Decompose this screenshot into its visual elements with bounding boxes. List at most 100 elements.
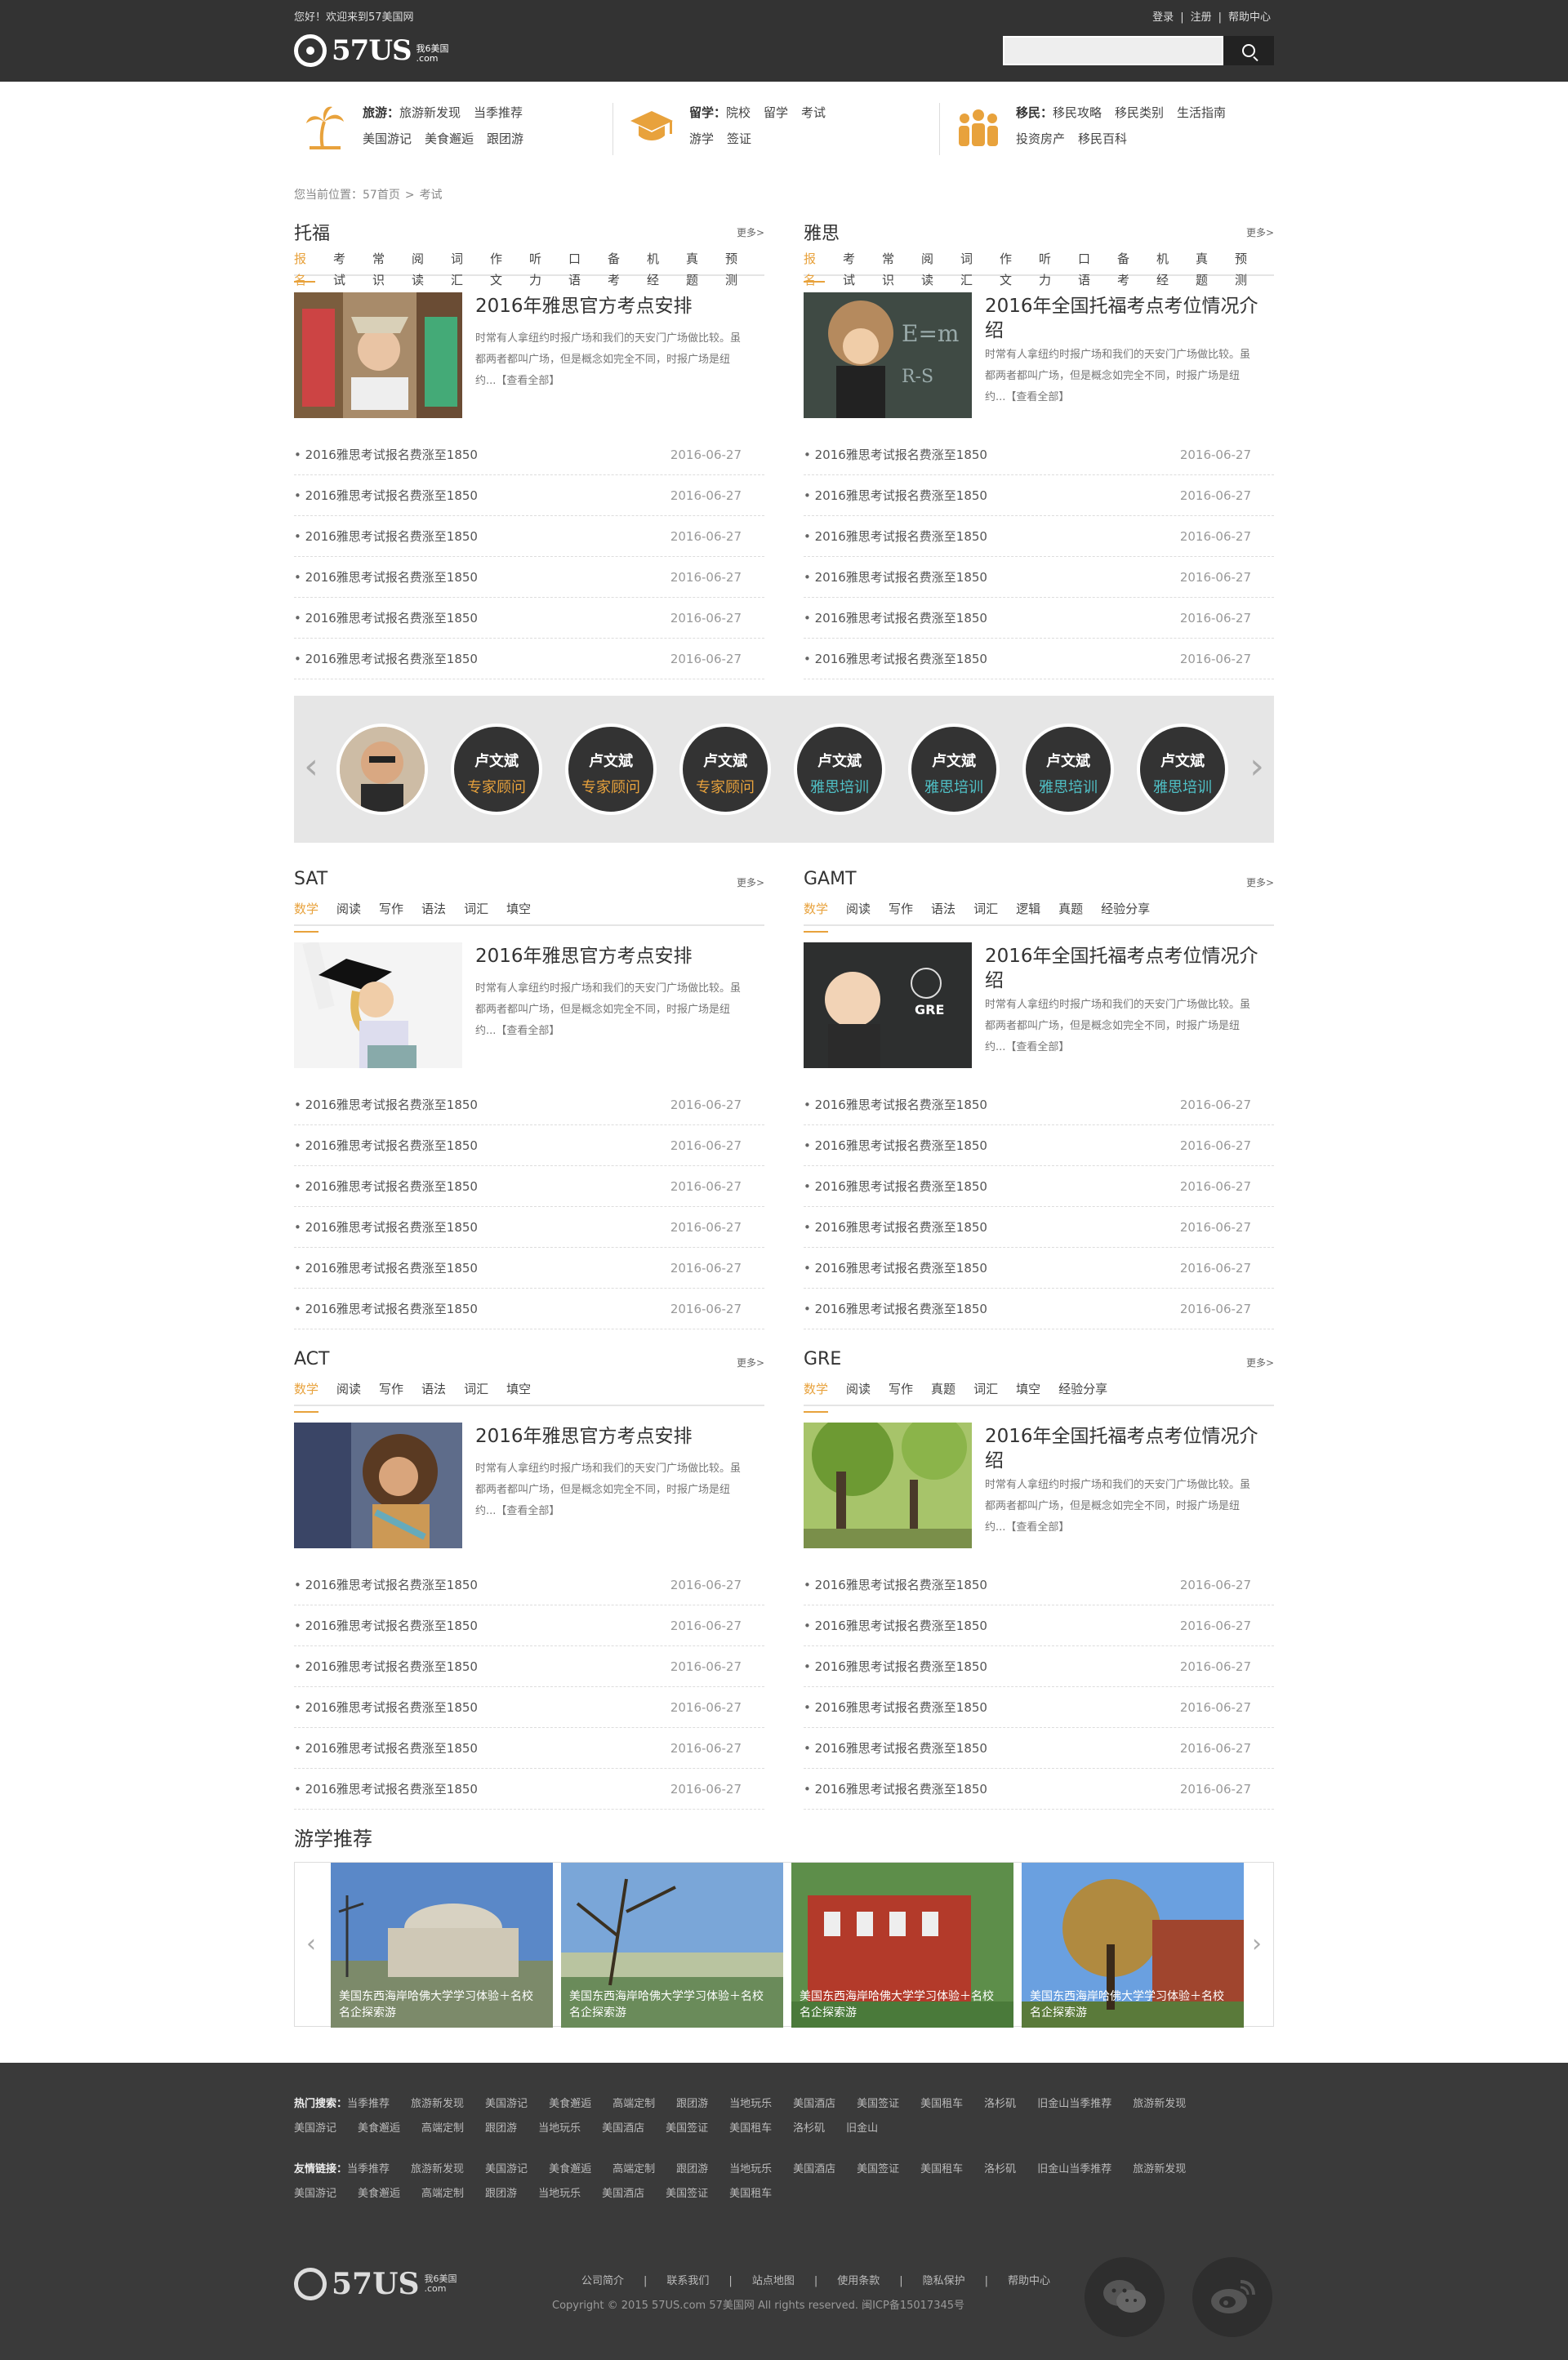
news-item[interactable]: 2016雅思考试报名费涨至18502016-06-27 xyxy=(294,1289,764,1329)
footer-link[interactable]: 高端定制 xyxy=(612,2163,655,2175)
tab-gre-4[interactable]: 词汇 xyxy=(973,1378,998,1405)
more-link[interactable]: 更多> xyxy=(737,875,764,889)
tab-sat-2[interactable]: 写作 xyxy=(379,898,403,924)
tab-act-0[interactable]: 数学 xyxy=(294,1378,319,1413)
news-item[interactable]: 2016雅思考试报名费涨至18502016-06-27 xyxy=(294,557,764,598)
footer-link[interactable]: 当地玩乐 xyxy=(729,2098,772,2110)
weibo-icon[interactable] xyxy=(1192,2257,1272,2337)
tab-gre-0[interactable]: 数学 xyxy=(804,1378,829,1413)
advisor-card[interactable]: 卢文斌 雅思培训 xyxy=(794,724,885,815)
footer-link[interactable]: 美国租车 xyxy=(920,2163,963,2175)
tab-gamt-3[interactable]: 语法 xyxy=(931,898,956,924)
featured-image[interactable] xyxy=(294,292,462,418)
nav-link[interactable]: 院校 xyxy=(726,105,751,120)
tab-ielts-5[interactable]: 作文 xyxy=(1000,248,1021,287)
tab-sat-5[interactable]: 填空 xyxy=(506,898,531,924)
featured-article[interactable]: 2016年雅思官方考点安排 时常有人拿纽约时报广场和我们的天安门广场做比较。虽都… xyxy=(294,1406,764,1548)
footer-link[interactable]: 洛杉矶 xyxy=(793,2122,825,2135)
register-link[interactable]: 注册 xyxy=(1191,11,1212,24)
nav-link[interactable]: 旅游新发现 xyxy=(399,105,461,120)
footer-link[interactable]: 美国游记 xyxy=(485,2098,528,2110)
footer-link[interactable]: 美国游记 xyxy=(485,2163,528,2175)
footer-link[interactable]: 洛杉矶 xyxy=(984,2098,1016,2110)
advisor-card[interactable]: 卢文斌 专家顾问 xyxy=(451,724,542,815)
footer-link[interactable]: 高端定制 xyxy=(612,2098,655,2110)
tour-card[interactable]: 美国东西海岸哈佛大学学习体验＋名校名企探索游 xyxy=(561,1863,783,2028)
news-item[interactable]: 2016雅思考试报名费涨至18502016-06-27 xyxy=(294,1166,764,1207)
footer-link[interactable]: 美国酒店 xyxy=(602,2122,644,2135)
news-item[interactable]: 2016雅思考试报名费涨至18502016-06-27 xyxy=(804,475,1274,516)
tab-sat-1[interactable]: 阅读 xyxy=(336,898,361,924)
nav-link[interactable]: 投资房产 xyxy=(1016,131,1065,146)
news-item[interactable]: 2016雅思考试报名费涨至18502016-06-27 xyxy=(294,516,764,557)
tab-ielts-6[interactable]: 听力 xyxy=(1039,248,1060,287)
news-item[interactable]: 2016雅思考试报名费涨至18502016-06-27 xyxy=(294,1248,764,1289)
tab-act-1[interactable]: 阅读 xyxy=(336,1378,361,1405)
footer-link[interactable]: 美国游记 xyxy=(294,2188,336,2200)
advisor-card[interactable]: 卢文斌 雅思培训 xyxy=(1022,724,1114,815)
tab-sat-0[interactable]: 数学 xyxy=(294,898,319,933)
featured-image[interactable]: E=m R-S xyxy=(804,292,972,418)
nav-link[interactable]: 游学 xyxy=(689,131,714,146)
footer-link[interactable]: 旧金山当季推荐 xyxy=(1037,2098,1111,2110)
news-item[interactable]: 2016雅思考试报名费涨至18502016-06-27 xyxy=(804,1125,1274,1166)
tab-gre-1[interactable]: 阅读 xyxy=(846,1378,871,1405)
tab-toefl-9[interactable]: 机经 xyxy=(647,248,668,287)
featured-image[interactable] xyxy=(294,942,462,1068)
more-link[interactable]: 更多> xyxy=(1246,875,1274,889)
tour-caption[interactable]: 美国东西海岸哈佛大学学习体验＋名校名企探索游 xyxy=(800,1988,1004,2021)
nav-link[interactable]: 签证 xyxy=(727,131,751,146)
tab-ielts-11[interactable]: 预测 xyxy=(1235,248,1256,287)
tab-gre-6[interactable]: 经验分享 xyxy=(1058,1378,1107,1405)
news-item[interactable]: 2016雅思考试报名费涨至18502016-06-27 xyxy=(804,1769,1274,1810)
footer-link[interactable]: 旅游新发现 xyxy=(411,2163,464,2175)
featured-article[interactable]: 2016年全国托福考点考位情况介绍 时常有人拿纽约时报广场和我们的天安门广场做比… xyxy=(804,1406,1274,1548)
search-input[interactable] xyxy=(1003,36,1223,65)
breadcrumb-current[interactable]: 考试 xyxy=(420,189,443,202)
tab-toefl-8[interactable]: 备考 xyxy=(608,248,629,287)
news-item[interactable]: 2016雅思考试报名费涨至18502016-06-27 xyxy=(294,639,764,679)
featured-image[interactable]: GRE xyxy=(804,942,972,1068)
tab-act-3[interactable]: 语法 xyxy=(421,1378,446,1405)
tab-toefl-4[interactable]: 词汇 xyxy=(451,248,472,287)
wechat-icon[interactable] xyxy=(1085,2257,1165,2337)
news-item[interactable]: 2016雅思考试报名费涨至18502016-06-27 xyxy=(804,434,1274,475)
footer-link[interactable]: 跟团游 xyxy=(676,2163,708,2175)
more-link[interactable]: 更多> xyxy=(1246,1356,1274,1369)
footer-link[interactable]: 美食邂逅 xyxy=(358,2188,400,2200)
login-link[interactable]: 登录 xyxy=(1152,11,1174,24)
tab-toefl-11[interactable]: 预测 xyxy=(725,248,746,287)
tour-caption[interactable]: 美国东西海岸哈佛大学学习体验＋名校名企探索游 xyxy=(339,1988,543,2021)
footer-link[interactable]: 美国酒店 xyxy=(793,2163,835,2175)
footer-link[interactable]: 高端定制 xyxy=(421,2122,464,2135)
footer-link[interactable]: 当地玩乐 xyxy=(729,2163,772,2175)
tab-act-4[interactable]: 词汇 xyxy=(464,1378,488,1405)
search-button[interactable] xyxy=(1223,36,1274,65)
footer-link[interactable]: 美国签证 xyxy=(857,2163,899,2175)
tab-gamt-2[interactable]: 写作 xyxy=(889,898,913,924)
tab-toefl-3[interactable]: 阅读 xyxy=(412,248,433,287)
advisor-card[interactable]: 卢文斌 专家顾问 xyxy=(679,724,771,815)
nav-link[interactable]: 移民百科 xyxy=(1078,131,1127,146)
nav-link[interactable]: 考试 xyxy=(801,105,826,120)
news-item[interactable]: 2016雅思考试报名费涨至18502016-06-27 xyxy=(294,1646,764,1687)
nav-link[interactable]: 跟团游 xyxy=(487,131,523,146)
tab-toefl-2[interactable]: 常识 xyxy=(372,248,394,287)
footer-link[interactable]: 美国签证 xyxy=(666,2188,708,2200)
featured-headline[interactable]: 2016年雅思官方考点安排 xyxy=(475,294,753,318)
tab-ielts-1[interactable]: 考试 xyxy=(843,248,864,287)
news-item[interactable]: 2016雅思考试报名费涨至18502016-06-27 xyxy=(294,598,764,639)
news-item[interactable]: 2016雅思考试报名费涨至18502016-06-27 xyxy=(804,1248,1274,1289)
tab-sat-4[interactable]: 词汇 xyxy=(464,898,488,924)
tab-ielts-8[interactable]: 备考 xyxy=(1117,248,1138,287)
tour-caption[interactable]: 美国东西海岸哈佛大学学习体验＋名校名企探索游 xyxy=(1030,1988,1234,2021)
tour-card[interactable]: 美国东西海岸哈佛大学学习体验＋名校名企探索游 xyxy=(331,1863,553,2028)
chevron-right-icon[interactable]: › xyxy=(1245,746,1269,787)
footer-link[interactable]: 美食邂逅 xyxy=(358,2122,400,2135)
tab-gre-2[interactable]: 写作 xyxy=(889,1378,913,1405)
footer-link[interactable]: 美国租车 xyxy=(920,2098,963,2110)
advisor-card[interactable]: 卢文斌 雅思培训 xyxy=(1137,724,1228,815)
tab-sat-3[interactable]: 语法 xyxy=(421,898,446,924)
news-item[interactable]: 2016雅思考试报名费涨至18502016-06-27 xyxy=(294,1565,764,1605)
advisor-card[interactable]: 卢文斌 专家顾问 xyxy=(565,724,657,815)
